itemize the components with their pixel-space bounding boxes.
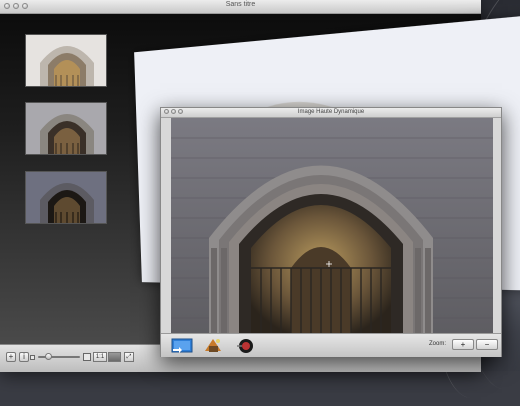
hdr-window-title: Image Haute Dynamique (297, 109, 365, 115)
color-adjust-icon[interactable] (235, 337, 255, 354)
fullscreen-button[interactable]: ⤢ (124, 352, 134, 362)
plus-icon: + (8, 352, 14, 361)
zoom-label: Zoom: (429, 341, 447, 347)
small-image-icon (30, 355, 35, 360)
info-icon: i (23, 352, 25, 361)
info-button[interactable]: i (19, 352, 29, 362)
bracket-thumbnail-overexposed[interactable] (25, 34, 107, 87)
large-image-icon (83, 353, 91, 361)
add-button[interactable]: + (6, 352, 16, 362)
main-window-titlebar[interactable]: Sans titre (0, 0, 481, 14)
export-icon[interactable] (171, 337, 193, 354)
fullscreen-icon: ⤢ (126, 354, 132, 360)
hdr-bottom-toolbar: Zoom: + − (161, 333, 501, 357)
zoom-in-button[interactable]: + (452, 339, 474, 350)
bracket-thumbnail-underexposed[interactable] (25, 171, 107, 224)
actual-size-button[interactable]: 1:1 (93, 352, 107, 362)
hdr-photo[interactable] (171, 118, 493, 333)
hdr-window-titlebar[interactable]: Image Haute Dynamique (161, 108, 501, 118)
zoom-out-button[interactable]: − (476, 339, 498, 350)
thumbnail-size-slider[interactable] (38, 353, 80, 360)
hdr-window: Image Haute Dynamique Zoom: + − (160, 107, 502, 357)
tonemap-icon[interactable] (203, 337, 223, 354)
slider-knob[interactable] (45, 353, 52, 360)
bracket-thumbnail-normal[interactable] (25, 102, 107, 155)
window-title: Sans titre (225, 1, 256, 8)
fit-view-button[interactable] (108, 352, 121, 362)
